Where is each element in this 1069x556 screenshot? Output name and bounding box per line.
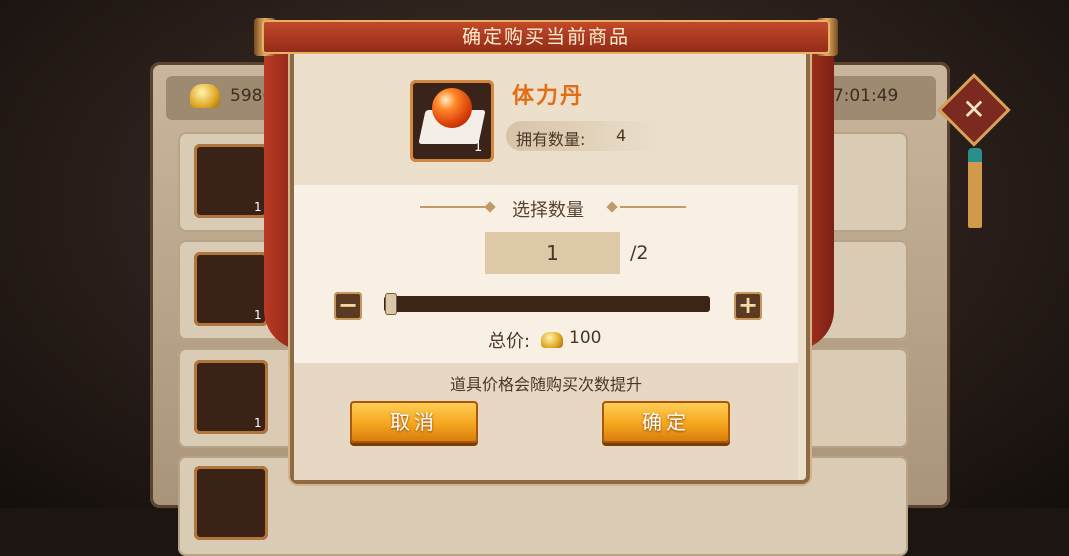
- quantity-title: 选择数量: [512, 200, 584, 221]
- tassel-decoration: [968, 148, 982, 228]
- ornament-line-right: [620, 206, 686, 208]
- card-count: 1: [254, 416, 262, 430]
- total-price-label: 总价:: [488, 331, 531, 352]
- quantity-input[interactable]: 1: [485, 232, 620, 274]
- quantity-slider[interactable]: [384, 296, 710, 312]
- increase-button[interactable]: +: [734, 292, 762, 320]
- slider-handle[interactable]: [385, 293, 397, 315]
- item-icon-count: 1: [474, 140, 483, 155]
- owned-label: 拥有数量:: [516, 130, 586, 149]
- card-count: 1: [254, 308, 262, 322]
- price-increase-note: 道具价格会随购买次数提升: [449, 375, 642, 394]
- dialog-title: 确定购买当前商品: [461, 26, 630, 48]
- quantity-max: /2: [630, 242, 649, 264]
- decrease-button[interactable]: −: [334, 292, 362, 320]
- cancel-button[interactable]: 取消: [350, 401, 478, 443]
- ornament-line-left: [420, 206, 486, 208]
- silver-ingot-icon: [194, 466, 268, 540]
- close-icon[interactable]: ✕: [948, 84, 1000, 136]
- item-name: 体力丹: [512, 84, 585, 109]
- owned-value: 4: [616, 126, 627, 145]
- gold-ingot-icon: [190, 84, 220, 108]
- gold-ingot-icon: [541, 332, 563, 348]
- total-price-value: 100: [569, 328, 602, 348]
- confirm-button[interactable]: 确定: [602, 401, 730, 443]
- red-pill-icon: [432, 88, 472, 128]
- card-count: 1: [254, 200, 262, 214]
